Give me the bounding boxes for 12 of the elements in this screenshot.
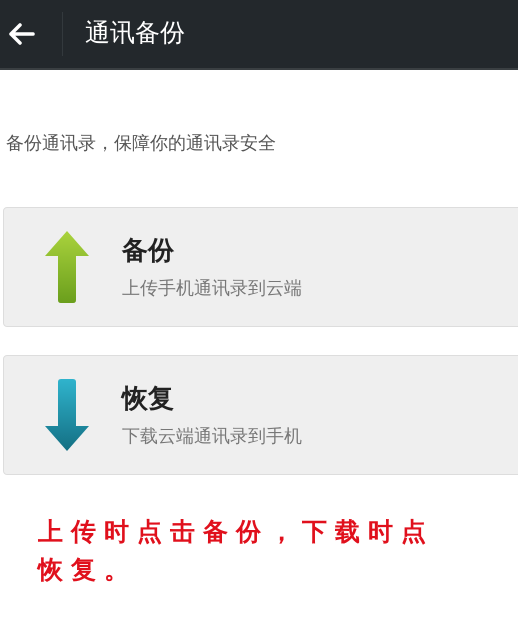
option-subtitle: 上传手机通讯录到云端 xyxy=(122,276,302,300)
annotation-text: 恢复。 xyxy=(38,554,138,586)
up-arrow-icon xyxy=(44,230,90,304)
annotation-text: 上传时点击备份，下载时点 xyxy=(38,516,435,548)
screen-title: 通讯备份 xyxy=(85,18,185,50)
option-card[interactable]: 恢复 下载云端通讯录到手机 xyxy=(3,355,518,475)
option-title: 备份 xyxy=(122,234,176,266)
option-title: 恢复 xyxy=(122,382,175,414)
option-card[interactable]: 备份 上传手机通讯录到云端 xyxy=(3,207,518,327)
option-subtitle: 下载云端通讯录到手机 xyxy=(122,424,302,448)
description-text: 备份通讯录，保障你的通讯录安全 xyxy=(6,132,277,155)
down-arrow-icon xyxy=(44,378,90,452)
